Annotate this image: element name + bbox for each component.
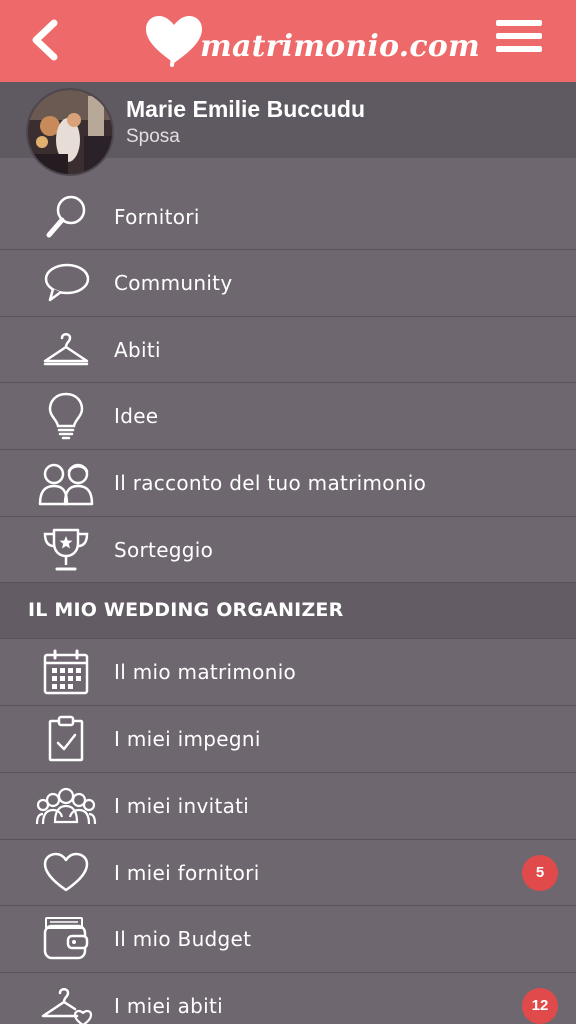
notification-badge: 12 bbox=[522, 987, 558, 1024]
section-header-wedding-organizer: IL MIO WEDDING ORGANIZER bbox=[0, 583, 576, 640]
speech-bubble-icon bbox=[36, 258, 96, 308]
guests-icon bbox=[35, 781, 97, 831]
menu-line bbox=[496, 20, 542, 26]
menu-item-label: Il mio matrimonio bbox=[114, 660, 297, 685]
profile-role: Sposa bbox=[126, 126, 180, 147]
menu-item-racconto[interactable]: Il racconto del tuo matrimonio bbox=[0, 450, 576, 517]
menu-item-il-mio-matrimonio[interactable]: Il mio matrimonio bbox=[0, 639, 576, 707]
menu-item-label: Sorteggio bbox=[114, 537, 214, 562]
lightbulb-icon bbox=[36, 391, 96, 441]
section-title: IL MIO WEDDING ORGANIZER bbox=[28, 599, 344, 622]
menu-item-i-miei-impegni[interactable]: I miei impegni bbox=[0, 706, 576, 773]
heart-icon bbox=[36, 848, 96, 898]
couple-icon bbox=[36, 458, 96, 508]
menu-item-label: Abiti bbox=[114, 337, 161, 362]
profile-name: Marie Emilie Buccudu bbox=[126, 96, 366, 122]
back-button[interactable] bbox=[24, 18, 64, 62]
menu-item-label: I miei invitati bbox=[114, 793, 250, 818]
app-root: matrimonio.com Marie Emilie Buccudu Spos… bbox=[0, 0, 576, 1024]
magnifier-icon bbox=[36, 192, 96, 242]
menu-item-i-miei-invitati[interactable]: I miei invitati bbox=[0, 773, 576, 840]
trophy-icon bbox=[36, 525, 96, 575]
notification-badge: 5 bbox=[522, 854, 558, 891]
hanger-icon bbox=[36, 325, 96, 375]
menu-item-label: Il mio Budget bbox=[114, 927, 252, 952]
heart-logo-icon bbox=[146, 16, 202, 67]
menu-line bbox=[496, 46, 542, 52]
top-bar: matrimonio.com bbox=[0, 0, 576, 82]
menu-item-label: Idee bbox=[114, 404, 159, 429]
menu-item-sorteggio[interactable]: Sorteggio bbox=[0, 517, 576, 584]
avatar[interactable] bbox=[26, 88, 114, 176]
menu-item-label: Il racconto del tuo matrimonio bbox=[114, 471, 427, 496]
side-menu-list: Fornitori Community Abiti Idee Il raccon… bbox=[0, 158, 576, 1024]
avatar-photo bbox=[28, 90, 112, 174]
menu-item-label: Community bbox=[114, 271, 233, 295]
hamburger-menu-button[interactable] bbox=[496, 20, 542, 58]
menu-line bbox=[496, 33, 542, 39]
clipboard-check-icon bbox=[36, 714, 96, 764]
profile-header[interactable]: Marie Emilie Buccudu Sposa bbox=[0, 82, 576, 176]
menu-item-il-mio-budget[interactable]: Il mio Budget bbox=[0, 906, 576, 973]
menu-item-idee[interactable]: Idee bbox=[0, 383, 576, 451]
calendar-icon bbox=[36, 647, 96, 697]
logo-text: matrimonio.com bbox=[200, 28, 480, 64]
menu-item-abiti[interactable]: Abiti bbox=[0, 317, 576, 384]
chevron-left-icon bbox=[32, 19, 58, 61]
hanger-heart-icon bbox=[36, 981, 96, 1024]
wallet-icon bbox=[36, 914, 96, 964]
menu-item-i-miei-abiti[interactable]: I miei abiti 12 bbox=[0, 973, 576, 1024]
menu-item-label: I miei fornitori bbox=[114, 860, 260, 885]
menu-item-community[interactable]: Community bbox=[0, 250, 576, 317]
menu-item-i-miei-fornitori[interactable]: I miei fornitori 5 bbox=[0, 840, 576, 907]
brand-logo[interactable]: matrimonio.com bbox=[144, 12, 480, 70]
menu-item-label: I miei impegni bbox=[114, 727, 261, 752]
menu-item-label: Fornitori bbox=[114, 205, 200, 229]
menu-item-label: I miei abiti bbox=[114, 993, 224, 1018]
